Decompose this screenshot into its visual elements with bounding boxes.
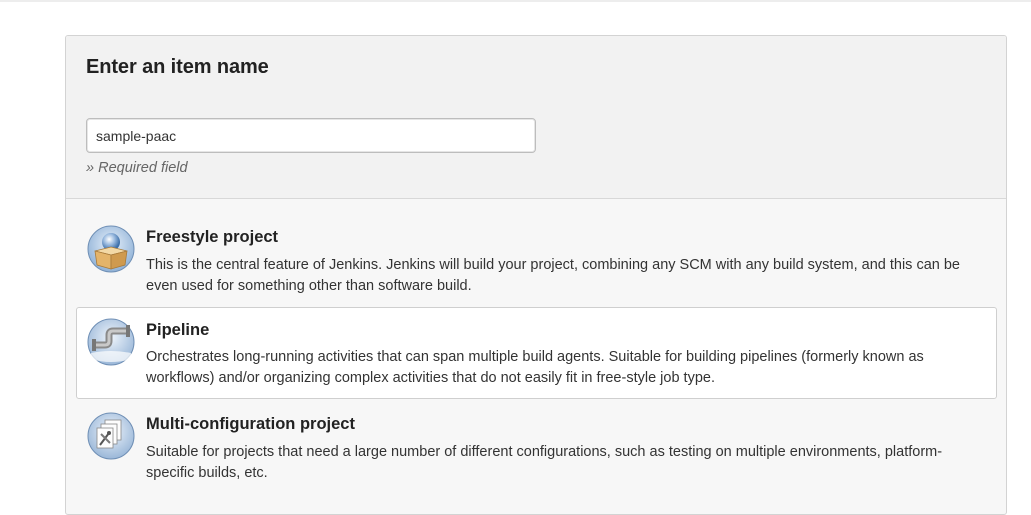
top-divider bbox=[0, 0, 1031, 2]
item-type-name: Pipeline bbox=[146, 321, 210, 339]
required-field-note: » Required field bbox=[86, 160, 188, 176]
item-type-name: Freestyle project bbox=[146, 228, 279, 246]
pipeline-pipe-icon bbox=[87, 318, 135, 366]
item-type-description: Suitable for projects that need a large … bbox=[146, 444, 943, 481]
new-item-panel: Enter an item name » Required field bbox=[65, 35, 1007, 515]
item-type-pipeline[interactable]: Pipeline Orchestrates long-running activ… bbox=[76, 307, 997, 399]
freestyle-box-icon bbox=[87, 225, 135, 273]
page-title: Enter an item name bbox=[86, 56, 269, 78]
item-type-multi-configuration[interactable]: Multi-configuration project Suitable for… bbox=[76, 403, 997, 503]
item-type-freestyle[interactable]: Freestyle project This is the central fe… bbox=[76, 209, 997, 303]
item-type-description: Orchestrates long-running activities tha… bbox=[146, 349, 924, 386]
item-type-name: Multi-configuration project bbox=[146, 415, 355, 433]
item-type-description: This is the central feature of Jenkins. … bbox=[146, 257, 960, 294]
item-name-section: Enter an item name » Required field bbox=[66, 36, 1006, 199]
item-name-input[interactable] bbox=[86, 118, 536, 153]
multi-config-icon bbox=[87, 412, 135, 460]
